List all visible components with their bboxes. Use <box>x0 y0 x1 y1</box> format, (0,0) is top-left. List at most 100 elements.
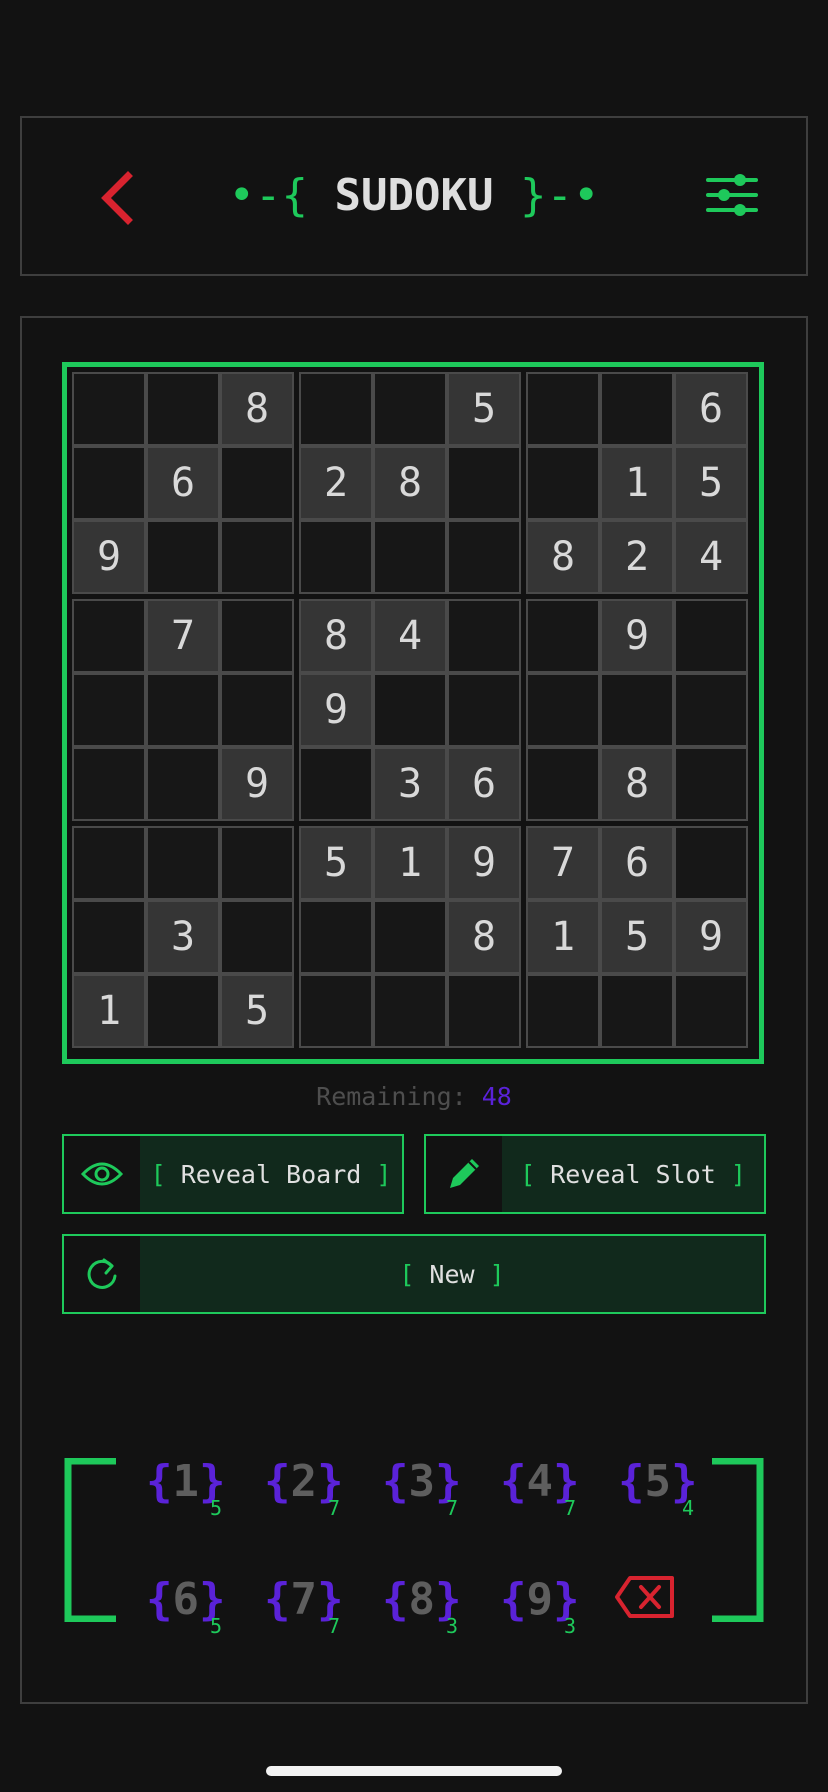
board-cell[interactable]: 1 <box>600 446 674 520</box>
board-cell[interactable] <box>220 673 294 747</box>
board-cell[interactable] <box>72 372 146 446</box>
digit-key-4[interactable]: {4} 7 <box>496 1456 606 1546</box>
board-cell[interactable]: 4 <box>373 599 447 673</box>
board-cell[interactable]: 2 <box>600 520 674 594</box>
board-cell[interactable] <box>526 372 600 446</box>
board-cell[interactable]: 7 <box>526 826 600 900</box>
cell-digit: 5 <box>323 840 349 886</box>
board-cell[interactable] <box>299 974 373 1048</box>
board-cell[interactable]: 9 <box>674 900 748 974</box>
board-cell[interactable]: 5 <box>220 974 294 1048</box>
board-cell[interactable]: 1 <box>72 974 146 1048</box>
board-cell[interactable]: 3 <box>373 747 447 821</box>
board-cell[interactable] <box>526 747 600 821</box>
board-cell[interactable] <box>72 599 146 673</box>
board-cell[interactable]: 6 <box>674 372 748 446</box>
reveal-slot-button[interactable]: [ Reveal Slot ] <box>424 1134 766 1214</box>
board-cell[interactable] <box>72 673 146 747</box>
board-cell[interactable]: 9 <box>220 747 294 821</box>
erase-button[interactable] <box>614 1572 678 1622</box>
board-cell[interactable]: 6 <box>146 446 220 520</box>
digit-key-6[interactable]: {6} 5 <box>142 1574 252 1664</box>
board-cell[interactable]: 7 <box>146 599 220 673</box>
settings-button[interactable] <box>702 170 762 222</box>
board-cell[interactable]: 5 <box>299 826 373 900</box>
board-cell[interactable] <box>72 900 146 974</box>
board-cell[interactable] <box>600 673 674 747</box>
board-cell[interactable] <box>299 372 373 446</box>
board-cell[interactable] <box>72 446 146 520</box>
board-cell[interactable]: 8 <box>373 446 447 520</box>
board-cell[interactable] <box>526 599 600 673</box>
board-cell[interactable] <box>373 372 447 446</box>
board-cell[interactable] <box>299 520 373 594</box>
board-cell[interactable]: 8 <box>447 900 521 974</box>
board-cell[interactable] <box>447 520 521 594</box>
board-cell[interactable]: 8 <box>220 372 294 446</box>
board-cell[interactable]: 9 <box>447 826 521 900</box>
board-cell[interactable] <box>447 673 521 747</box>
board-cell[interactable]: 1 <box>526 900 600 974</box>
board-cell[interactable] <box>72 826 146 900</box>
board-cell[interactable]: 2 <box>299 446 373 520</box>
board-cell[interactable] <box>220 826 294 900</box>
board-cell[interactable]: 6 <box>447 747 521 821</box>
digit-key-2[interactable]: {2} 7 <box>260 1456 370 1546</box>
board-cell[interactable]: 9 <box>72 520 146 594</box>
board-cell[interactable] <box>146 520 220 594</box>
board-cell[interactable] <box>600 974 674 1048</box>
board-cell[interactable] <box>674 974 748 1048</box>
board-cell[interactable] <box>600 372 674 446</box>
new-game-button[interactable]: [ New ] <box>62 1234 766 1314</box>
board-cell[interactable] <box>447 599 521 673</box>
remaining-counter: Remaining: 48 <box>0 1082 828 1111</box>
board-cell[interactable]: 3 <box>146 900 220 974</box>
board-cell[interactable] <box>526 673 600 747</box>
board-cell[interactable]: 9 <box>600 599 674 673</box>
board-cell[interactable] <box>220 446 294 520</box>
digit-key-1[interactable]: {1} 5 <box>142 1456 252 1546</box>
digit-key-8[interactable]: {8} 3 <box>378 1574 488 1664</box>
board-cell[interactable] <box>526 974 600 1048</box>
board-cell[interactable]: 5 <box>447 372 521 446</box>
sliders-icon <box>706 174 758 216</box>
board-cell[interactable]: 9 <box>299 673 373 747</box>
digit-key-9[interactable]: {9} 3 <box>496 1574 606 1664</box>
board-cell[interactable] <box>373 900 447 974</box>
board-cell[interactable] <box>220 599 294 673</box>
digit-key-7[interactable]: {7} 7 <box>260 1574 370 1664</box>
board-cell[interactable]: 1 <box>373 826 447 900</box>
board-cell[interactable] <box>72 747 146 821</box>
board-cell[interactable]: 5 <box>674 446 748 520</box>
board-cell[interactable] <box>526 446 600 520</box>
digit-key-3[interactable]: {3} 7 <box>378 1456 488 1546</box>
board-cell[interactable] <box>447 974 521 1048</box>
board-cell[interactable] <box>674 599 748 673</box>
board-cell[interactable] <box>220 520 294 594</box>
board-cell[interactable]: 6 <box>600 826 674 900</box>
board-cell[interactable] <box>146 974 220 1048</box>
board-cell[interactable] <box>299 900 373 974</box>
board-cell[interactable] <box>674 673 748 747</box>
board-cell[interactable] <box>373 974 447 1048</box>
board-cell[interactable] <box>674 826 748 900</box>
board-cell[interactable] <box>146 747 220 821</box>
board-cell[interactable]: 8 <box>526 520 600 594</box>
board-cell[interactable] <box>373 673 447 747</box>
board-cell[interactable] <box>146 826 220 900</box>
reveal-board-label-wrap: [ Reveal Board ] <box>140 1136 402 1212</box>
board-cell[interactable] <box>220 900 294 974</box>
board-cell[interactable] <box>447 446 521 520</box>
board-cell[interactable]: 5 <box>600 900 674 974</box>
board-cell[interactable] <box>373 520 447 594</box>
board-cell[interactable] <box>299 747 373 821</box>
board-cell[interactable] <box>146 673 220 747</box>
board-cell[interactable] <box>146 372 220 446</box>
cell-digit: 1 <box>96 988 122 1034</box>
board-cell[interactable] <box>674 747 748 821</box>
board-cell[interactable]: 8 <box>299 599 373 673</box>
board-cell[interactable]: 4 <box>674 520 748 594</box>
digit-key-5[interactable]: {5} 4 <box>614 1456 724 1546</box>
reveal-board-button[interactable]: [ Reveal Board ] <box>62 1134 404 1214</box>
board-cell[interactable]: 8 <box>600 747 674 821</box>
